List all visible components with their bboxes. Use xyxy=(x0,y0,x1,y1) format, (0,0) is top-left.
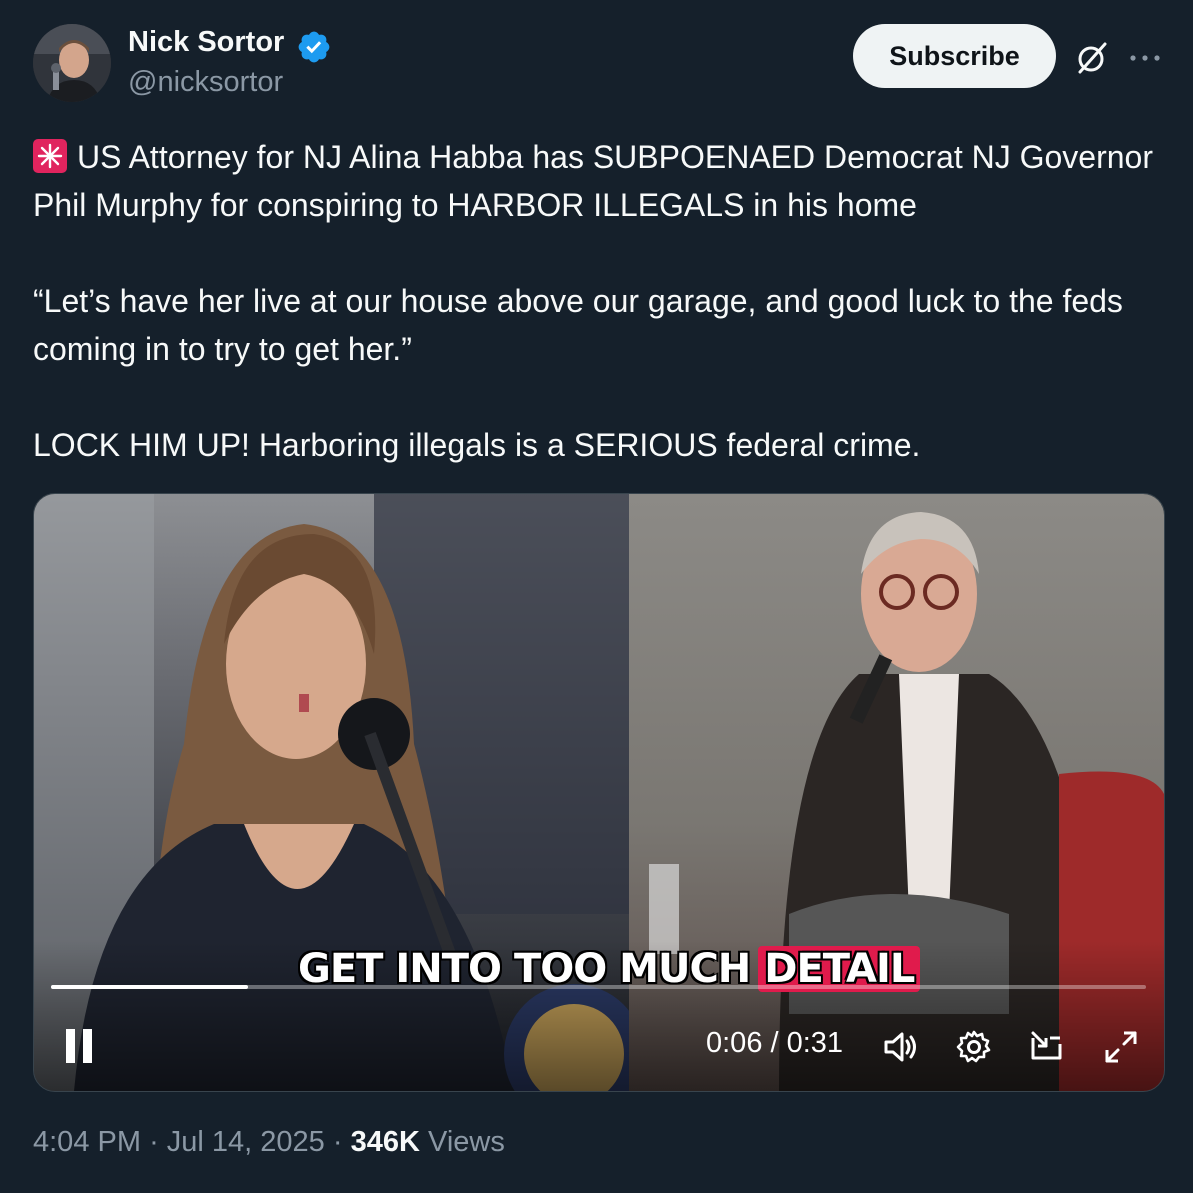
grok-icon[interactable] xyxy=(1074,40,1110,76)
author-handle[interactable]: @nicksortor xyxy=(128,66,283,99)
views-label: Views xyxy=(428,1126,505,1158)
tweet-time[interactable]: 4:04 PM xyxy=(33,1126,141,1158)
video-player[interactable]: GET INTO TOO MUCH DETAIL 0:06 / 0:31 xyxy=(33,493,1165,1092)
tweet-paragraph-3: LOCK HIM UP! Harboring illegals is a SER… xyxy=(33,427,921,463)
views-count: 346K xyxy=(350,1126,420,1158)
video-progress-fill xyxy=(51,985,249,989)
video-progress-bar[interactable] xyxy=(51,985,1146,989)
pause-icon-bar-right xyxy=(83,1029,92,1063)
tweet-paragraph-2: “Let’s have her live at our house above … xyxy=(33,283,1123,367)
tweet-line-1: US Attorney for NJ Alina Habba has SUBPO… xyxy=(33,139,1153,223)
pause-button[interactable] xyxy=(64,1029,96,1063)
tweet-card: Nick Sortor @nicksortor Subscribe US Att… xyxy=(0,0,1193,1193)
settings-gear-icon[interactable] xyxy=(955,1028,993,1066)
fullscreen-expand-icon[interactable] xyxy=(1102,1028,1140,1066)
tweet-text: US Attorney for NJ Alina Habba has SUBPO… xyxy=(33,133,1158,469)
verified-badge-icon xyxy=(298,31,330,63)
siren-icon xyxy=(33,139,67,173)
picture-in-picture-icon[interactable] xyxy=(1028,1028,1066,1066)
subscribe-button[interactable]: Subscribe xyxy=(853,24,1056,88)
tweet-metadata: 4:04 PM · Jul 14, 2025 · 346K Views xyxy=(33,1126,505,1159)
separator-dot: · xyxy=(332,1126,343,1158)
video-time: 0:06 / 0:31 xyxy=(706,1027,844,1059)
volume-icon[interactable] xyxy=(882,1028,920,1066)
separator-dot: · xyxy=(149,1126,159,1158)
avatar[interactable] xyxy=(33,24,111,102)
tweet-paragraph-1: US Attorney for NJ Alina Habba has SUBPO… xyxy=(33,133,1158,229)
author-name[interactable]: Nick Sortor xyxy=(128,26,284,59)
pause-icon-bar-left xyxy=(66,1029,75,1063)
avatar-image xyxy=(33,24,111,102)
more-options-icon[interactable] xyxy=(1128,44,1162,72)
tweet-date[interactable]: Jul 14, 2025 xyxy=(167,1126,325,1158)
